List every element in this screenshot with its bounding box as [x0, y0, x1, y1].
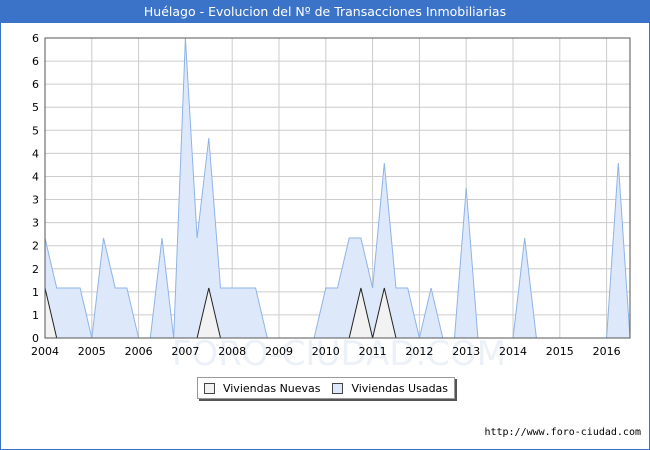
- x-tick-label: 2013: [452, 345, 480, 358]
- y-tick-label: 2: [32, 263, 39, 276]
- x-tick-label: 2005: [78, 345, 106, 358]
- y-tick-label: 4: [32, 170, 39, 183]
- x-tick-label: 2009: [265, 345, 293, 358]
- x-tick-label: 2016: [593, 345, 621, 358]
- y-tick-label: 4: [32, 147, 39, 160]
- legend-swatch-nuevas: [203, 382, 215, 394]
- legend-label-nuevas: Viviendas Nuevas: [222, 381, 321, 395]
- x-tick-label: 2014: [499, 345, 527, 358]
- y-axis-ticks: 0 1 1 2 2 3 3 4 4 5 5 6 6 6: [32, 32, 39, 345]
- y-tick-label: 1: [32, 309, 39, 322]
- legend-item-nuevas: Viviendas Nuevas: [203, 381, 321, 395]
- x-tick-label: 2004: [31, 345, 59, 358]
- series-areas: [44, 37, 631, 339]
- y-tick-label: 5: [32, 101, 39, 114]
- x-tick-label: 2010: [312, 345, 340, 358]
- legend-item-usadas: Viviendas Usadas: [332, 382, 448, 395]
- source-url: http://www.foro-ciudad.com: [484, 427, 641, 438]
- y-tick-label: 1: [32, 286, 39, 299]
- legend-swatch-usadas: [332, 382, 344, 394]
- y-tick-label: 3: [32, 217, 39, 230]
- chart-legend: Viviendas Nuevas Viviendas Usadas: [197, 377, 455, 399]
- x-tick-label: 2006: [125, 345, 153, 358]
- legend-label-usadas: Viviendas Usadas: [351, 381, 449, 395]
- x-tick-label: 2012: [405, 345, 433, 358]
- x-tick-label: 2011: [359, 345, 387, 358]
- x-tick-label: 2015: [546, 345, 574, 358]
- y-tick-label: 0: [32, 332, 39, 345]
- series-usadas-area: [45, 38, 630, 338]
- y-tick-label: 6: [32, 55, 39, 68]
- y-tick-label: 6: [32, 78, 39, 91]
- x-tick-label: 2008: [218, 345, 246, 358]
- x-tick-label: 2007: [171, 345, 199, 358]
- y-tick-label: 2: [32, 240, 39, 253]
- y-tick-label: 3: [32, 194, 39, 207]
- x-axis-ticks: 2004 2005 2006 2007 2008 2009 2010 2011 2012 2013…: [31, 345, 621, 358]
- y-tick-label: 6: [32, 32, 39, 45]
- y-tick-label: 5: [32, 124, 39, 137]
